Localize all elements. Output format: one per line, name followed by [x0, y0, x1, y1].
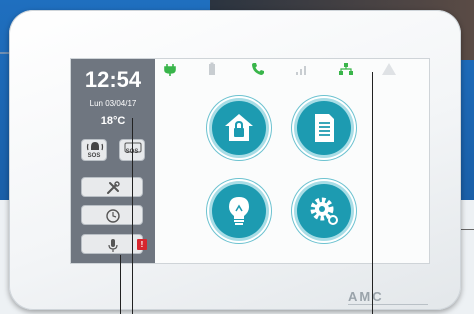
settings-tile[interactable]	[297, 184, 351, 238]
network-icon	[339, 63, 353, 75]
document-icon	[315, 114, 334, 142]
clock-button[interactable]	[81, 205, 143, 225]
callout-line-1	[120, 255, 121, 314]
callout-line-3	[372, 72, 373, 314]
tools-button[interactable]	[81, 177, 143, 197]
power-plug-icon	[164, 64, 176, 76]
brand-logo: AMC	[348, 289, 384, 304]
notification-badge: !	[137, 239, 147, 250]
callout-line-2	[132, 118, 133, 314]
clock-icon	[106, 209, 120, 223]
signal-icon	[296, 66, 306, 75]
touch-screen: 12:54 Lun 03/04/17 18°C SOS SOS	[70, 58, 430, 264]
microphone-icon	[108, 239, 118, 252]
alarm-bell-icon	[86, 142, 104, 151]
tools-icon	[107, 181, 120, 194]
battery-icon	[209, 62, 215, 75]
lighting-tile[interactable]	[212, 184, 266, 238]
voice-message-button[interactable]	[81, 234, 143, 254]
sidebar: 12:54 Lun 03/04/17 18°C SOS SOS	[71, 59, 155, 263]
alert-icon	[382, 63, 396, 75]
security-home-tile[interactable]	[212, 101, 266, 155]
sos-alarm-button[interactable]: SOS	[81, 139, 107, 161]
settings-gear-icon	[310, 197, 338, 225]
sos-alarm-label: SOS	[87, 153, 101, 159]
brand-underline	[348, 304, 428, 305]
temperature-readout: 18°C	[100, 115, 126, 127]
clock-time: 12:54	[84, 67, 142, 92]
home-lock-icon	[225, 114, 253, 141]
lightbulb-icon	[229, 197, 249, 225]
phone-icon	[252, 63, 264, 75]
events-log-tile[interactable]	[297, 101, 351, 155]
status-bar	[155, 59, 429, 81]
clock-date: Lun 03/04/17	[89, 99, 137, 108]
